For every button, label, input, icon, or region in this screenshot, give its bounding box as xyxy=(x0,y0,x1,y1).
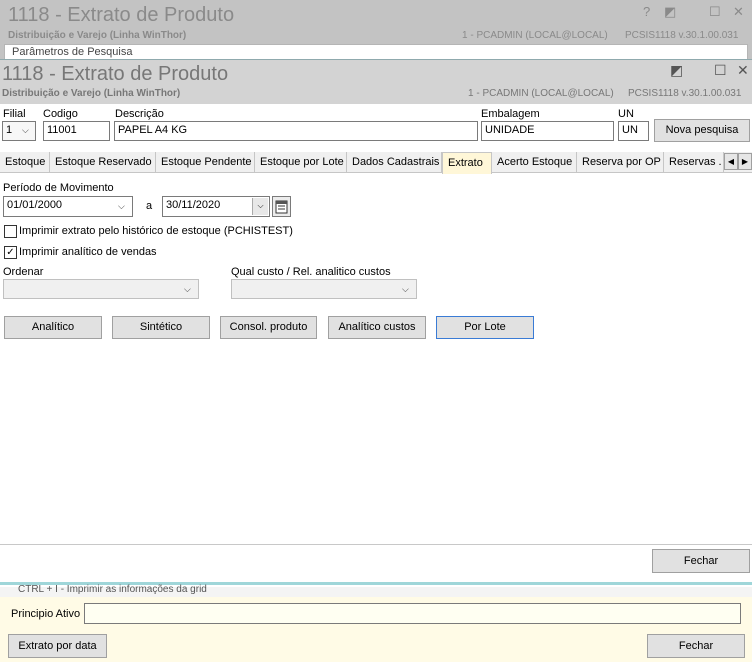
ordenar-label: Ordenar xyxy=(3,266,44,278)
filial-select[interactable]: 1 ⌵ xyxy=(2,121,36,141)
descricao-field[interactable]: PAPEL A4 KG xyxy=(114,121,478,141)
nova-pesquisa-button[interactable]: Nova pesquisa xyxy=(654,119,750,142)
analitico-vendas-label: Imprimir analítico de vendas xyxy=(19,246,157,258)
codigo-field[interactable]: 11001 xyxy=(43,121,110,141)
maximize-icon[interactable]: ☐ xyxy=(709,4,721,20)
window-title: 1118 - Extrato de Produto xyxy=(2,63,229,85)
check-icon: ✓ xyxy=(6,247,15,258)
analitico-vendas-checkbox[interactable]: ✓ xyxy=(4,246,17,259)
data-fim-value: 30/11/2020 xyxy=(166,199,221,211)
analitico-button[interactable]: Analítico xyxy=(4,316,102,339)
tab-estoque-pendente[interactable]: Estoque Pendente xyxy=(156,152,255,173)
embalagem-label: Embalagem xyxy=(481,108,540,120)
fechar-bottom-button[interactable]: Fechar xyxy=(647,634,745,658)
calendar-icon[interactable] xyxy=(272,196,291,217)
tab-reservas[interactable]: Reservas . xyxy=(664,152,724,173)
tab-dados-cadastrais[interactable]: Dados Cadastrais xyxy=(347,152,442,173)
restore-icon[interactable]: ◩ xyxy=(670,62,683,79)
tab-estoque-reservado[interactable]: Estoque Reservado xyxy=(50,152,156,173)
tab-scroll-left-icon[interactable]: ◀ xyxy=(724,153,738,170)
background-window-subtitle: Distribuição e Varejo (Linha WinThor) xyxy=(8,30,187,41)
un-label: UN xyxy=(618,108,634,120)
sintetico-button[interactable]: Sintético xyxy=(112,316,210,339)
por-lote-button[interactable]: Por Lote xyxy=(436,316,534,339)
tab-extrato[interactable]: Extrato xyxy=(442,152,492,174)
chevron-down-icon: ⌵ xyxy=(402,284,409,294)
data-inicio-value: 01/01/2000 xyxy=(7,199,63,211)
maximize-icon[interactable]: ☐ xyxy=(714,62,727,79)
filial-value: 1 xyxy=(6,124,13,136)
close-icon[interactable]: ✕ xyxy=(737,62,749,79)
background-window-title: 1118 - Extrato de Produto xyxy=(8,4,235,26)
analitico-custos-button[interactable]: Analítico custos xyxy=(328,316,426,339)
tab-acerto-estoque[interactable]: Acerto Estoque xyxy=(492,152,577,173)
consol-produto-button[interactable]: Consol. produto xyxy=(220,316,317,339)
qual-custo-label: Qual custo / Rel. analitico custos xyxy=(231,266,391,278)
footer-divider xyxy=(0,544,752,545)
user-info: 1 - PCADMIN (LOCAL@LOCAL) xyxy=(468,88,614,99)
historico-checkbox[interactable] xyxy=(4,225,17,238)
tab-estoque-por-lote[interactable]: Estoque por Lote xyxy=(255,152,347,173)
close-icon[interactable]: ✕ xyxy=(733,4,744,20)
window-subtitle: Distribuição e Varejo (Linha WinThor) xyxy=(2,88,181,99)
un-field[interactable]: UN xyxy=(618,121,649,141)
background-window-version: PCSIS1118 v.30.1.00.031 xyxy=(625,30,739,41)
descricao-label: Descrição xyxy=(115,108,164,120)
principio-label: Principio Ativo xyxy=(11,608,81,620)
chevron-down-icon[interactable]: ⌵ xyxy=(118,201,125,212)
extrato-por-data-button[interactable]: Extrato por data xyxy=(8,634,107,658)
background-window-user: 1 - PCADMIN (LOCAL@LOCAL) xyxy=(462,30,608,41)
hint-text: CTRL + I - Imprimir as informações da gr… xyxy=(18,584,207,595)
periodo-separator: a xyxy=(146,200,153,212)
ordenar-select[interactable]: ⌵ xyxy=(3,279,199,299)
restore-icon[interactable]: ◩ xyxy=(664,4,676,20)
help-icon[interactable]: ? xyxy=(643,4,650,19)
chevron-down-icon: ⌵ xyxy=(22,125,29,135)
fechar-button[interactable]: Fechar xyxy=(652,549,750,573)
tab-estoque[interactable]: Estoque xyxy=(0,152,50,173)
chevron-down-icon[interactable]: ⌵ xyxy=(252,198,268,215)
background-panel-label: Parâmetros de Pesquisa xyxy=(12,46,133,58)
data-fim-field[interactable]: 30/11/2020 ⌵ xyxy=(162,196,270,217)
version-info: PCSIS1118 v.30.1.00.031 xyxy=(628,88,742,99)
tab-scroll-right-icon[interactable]: ▶ xyxy=(738,153,752,170)
chevron-down-icon: ⌵ xyxy=(184,284,191,294)
embalagem-field[interactable]: UNIDADE xyxy=(481,121,614,141)
data-inicio-field[interactable]: 01/01/2000 ⌵ xyxy=(3,196,133,217)
periodo-label: Período de Movimento xyxy=(3,182,114,194)
historico-label: Imprimir extrato pelo histórico de estoq… xyxy=(19,225,293,237)
principio-field[interactable] xyxy=(84,603,741,624)
filial-label: Filial xyxy=(3,108,26,120)
tab-reserva-por-op[interactable]: Reserva por OP xyxy=(577,152,664,173)
qual-custo-select[interactable]: ⌵ xyxy=(231,279,417,299)
codigo-label: Codigo xyxy=(43,108,78,120)
